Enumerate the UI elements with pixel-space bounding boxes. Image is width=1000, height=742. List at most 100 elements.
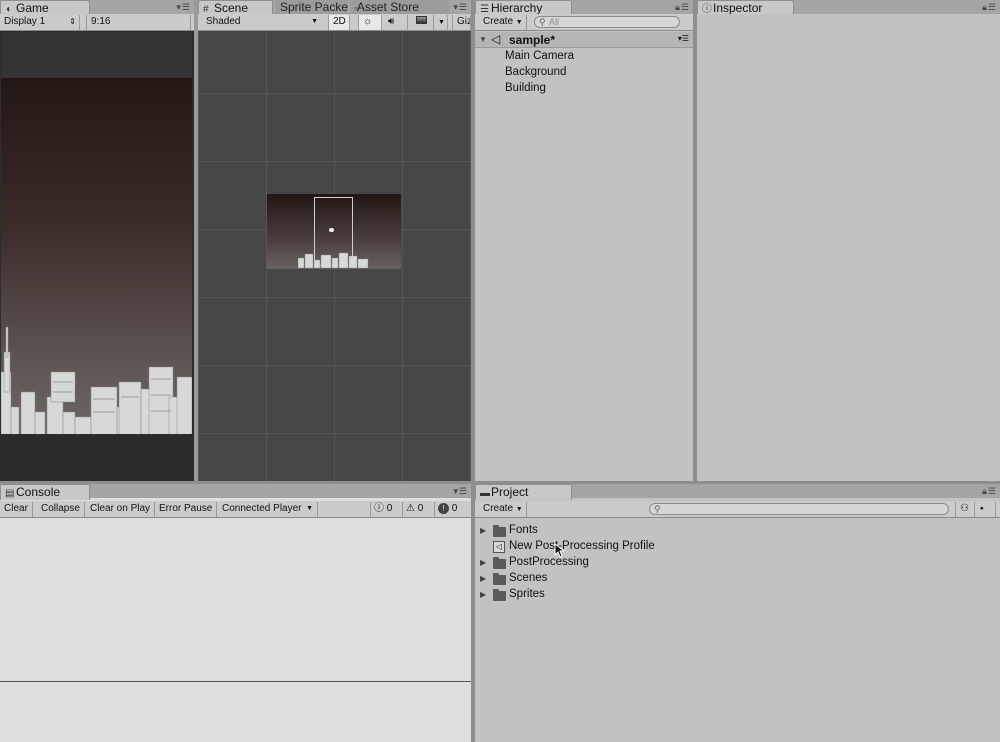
label-tag-icon: ⬩ [980,503,984,514]
scene-tabbar: # Scene Sprite Packer ▫Asset Store ▾☰ [198,0,471,14]
folder-icon [493,525,506,537]
audio-toggle[interactable]: 🔊︎ [384,15,408,30]
tab-inspector-label: Inspector [713,1,763,14]
project-search-input[interactable]: ⚲ [649,503,949,515]
gizmos-label: Giz [457,16,471,27]
expand-triangle-icon[interactable]: ▶ [480,590,486,599]
effects-dropdown[interactable]: ▼ [434,15,448,30]
project-item[interactable]: ▶ Fonts [475,523,1000,539]
lock-menu-icon[interactable]: 🔒︎☰ [982,486,997,497]
camera-gizmo-icon[interactable] [329,228,334,232]
tab-asset-store[interactable]: ▫Asset Store [350,0,450,14]
expand-triangle-icon[interactable]: ▶ [480,526,486,535]
tab-game-label: Game [16,1,49,14]
tab-scene[interactable]: # Scene [198,0,273,14]
filter-by-type-button[interactable]: ⚇ [955,502,975,517]
console-clear-label: Clear [4,503,28,514]
project-item[interactable]: ▶ Sprites [475,587,1000,603]
game-letterbox-top [1,32,192,78]
gizmos-button[interactable]: Giz [452,15,471,30]
error-count-toggle[interactable]: ! 0 [434,502,460,517]
tab-hierarchy[interactable]: ☰ Hierarchy [475,0,572,14]
speaker-icon: 🔊︎ [388,16,395,27]
tab-game[interactable]: ◖ Game [0,0,90,14]
panel-menu-icon[interactable]: ▾☰ [176,2,191,13]
project-item-label: Sprites [509,588,545,600]
scene-viewport[interactable] [198,32,471,481]
error-circle-icon: ! [438,503,449,514]
display-select-value: Display 1 [4,16,46,27]
info-count-toggle[interactable]: ⓘ 0 [370,502,395,517]
console-log-list[interactable] [0,519,471,681]
project-create-label: Create [483,503,514,514]
post-processing-profile-icon: ◁ [493,541,505,553]
unity-scene-icon: ◁ [491,32,501,46]
tab-hierarchy-label: Hierarchy [491,1,543,14]
project-item-label: Fonts [509,524,538,536]
tab-sprite-packer-label: Sprite Packer [280,0,348,14]
console-clear-button[interactable]: Clear [0,502,33,517]
folder-icon [493,589,506,601]
info-count: 0 [386,503,393,514]
inspector-tabbar: ⓘInspector 🔒︎☰ [697,0,1000,14]
console-collapse-button[interactable]: Collapse [37,502,85,517]
hierarchy-item[interactable]: Building [505,82,546,94]
aspect-select[interactable]: 9:16 [86,15,191,30]
console-clear-on-play-button[interactable]: Clear on Play [86,502,156,517]
hierarchy-create-button[interactable]: Create ▼ [479,15,527,30]
console-panel: ▤ Console ▾☰ Clear Collapse Clear on Play… [0,484,471,742]
project-toolbar: Create ▼ ⚲ ⚇ ⬩ [475,501,1000,518]
lighting-toggle[interactable]: ☼ [358,15,382,30]
panel-menu-icon[interactable]: ▾☰ [453,486,468,497]
console-detail-area[interactable] [0,682,471,742]
search-icon: ⚲ [654,504,661,514]
mode-2d-label: 2D [333,16,346,27]
project-item[interactable]: ▶ Scenes [475,571,1000,587]
info-icon: ⓘ [702,4,712,14]
project-item-label: New Post-Processing Profile [509,540,655,552]
tab-project[interactable]: ▬Project [475,484,572,500]
game-controller-icon: ◖ [5,4,12,14]
project-item-label: Scenes [509,572,548,584]
lock-menu-icon[interactable]: 🔒︎☰ [675,2,690,13]
filter-type-icon: ⚇ [960,503,969,514]
dropdown-arrow-icon: ▼ [306,505,313,512]
hierarchy-search-input[interactable]: ⚲ All [534,16,680,28]
hierarchy-item[interactable]: Main Camera [505,50,574,62]
display-select[interactable]: Display 1 ⇕ [0,15,80,30]
hierarchy-tabbar: ☰ Hierarchy 🔒︎☰ [475,0,693,14]
hierarchy-create-label: Create [483,16,514,27]
hierarchy-item-label: Building [505,82,546,94]
filter-by-label-button[interactable]: ⬩ [976,502,996,517]
hierarchy-toolbar: Create ▼ ⚲ All [475,14,693,31]
expand-triangle-icon[interactable]: ▼ [479,35,487,44]
console-tabbar: ▤ Console ▾☰ [0,484,471,500]
grid-icon: # [203,4,209,14]
project-create-button[interactable]: Create ▼ [479,502,527,517]
hierarchy-scene-header[interactable]: ▼ ◁ sample* ▾☰ [475,32,693,48]
panel-menu-icon[interactable]: ▾☰ [453,2,468,13]
hierarchy-item[interactable]: Background [505,66,566,78]
mode-2d-toggle[interactable]: 2D [328,15,350,30]
project-panel: ▬Project 🔒︎☰ Create ▼ ⚲ ⚇ ⬩ ▶ Fonts ◁ Ne… [475,484,1000,742]
lock-menu-icon[interactable]: 🔒︎☰ [982,2,997,13]
shading-select[interactable]: Shaded ▼ [202,15,322,30]
project-tabbar: ▬Project 🔒︎☰ [475,484,1000,500]
console-error-pause-button[interactable]: Error Pause [155,502,218,517]
scene-options-icon[interactable]: ▾☰ [678,34,689,43]
expand-triangle-icon[interactable]: ▶ [480,558,486,567]
expand-triangle-icon[interactable]: ▶ [480,574,486,583]
dropdown-arrow-icon: ▼ [311,18,318,25]
search-icon: ⚲ [539,17,546,27]
folder-icon [493,557,506,569]
error-count: 0 [451,503,458,514]
tab-inspector[interactable]: ⓘInspector [697,0,794,14]
connected-player-dropdown[interactable]: Connected Player ▼ [218,502,318,517]
mouse-cursor-icon [554,543,564,558]
tab-scene-label: Scene [214,1,249,14]
tab-console[interactable]: ▤ Console [0,484,90,500]
effects-toggle[interactable] [412,15,434,30]
select-arrows-icon: ⇕ [69,17,76,26]
tab-sprite-packer[interactable]: Sprite Packer [276,0,348,14]
warning-count-toggle[interactable]: ⚠ 0 [402,502,426,517]
